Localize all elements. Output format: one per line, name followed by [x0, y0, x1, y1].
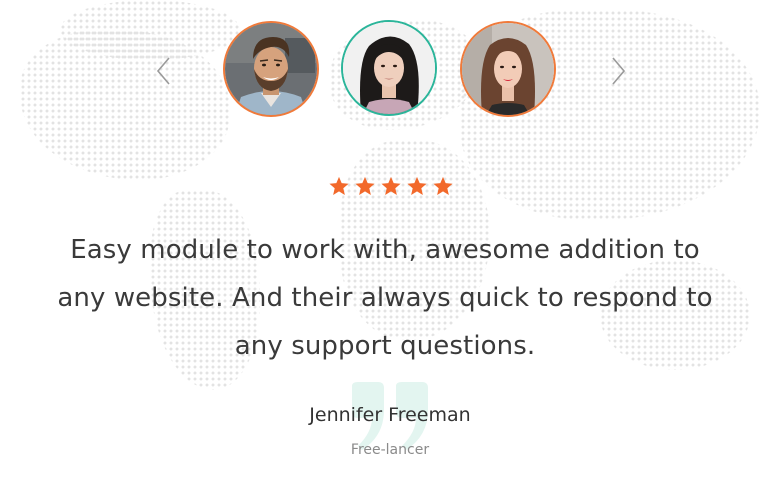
testimonial-section: Easy module to work with, awesome additi…: [0, 0, 770, 478]
avatar-man[interactable]: [223, 21, 319, 117]
quote-line: any website. And their always quick to r…: [57, 283, 713, 313]
avatar-woman[interactable]: [460, 21, 556, 117]
star-icon: [407, 176, 427, 195]
avatar-woman-portrait: [462, 23, 554, 115]
rating-stars: [328, 175, 454, 197]
avatar-man-portrait: [225, 23, 317, 115]
author-name: Jennifer Freeman: [309, 404, 471, 426]
star-icon: [433, 176, 453, 195]
quote-line: any support questions.: [234, 331, 536, 361]
star-icon: [381, 176, 401, 195]
star-icon: [355, 176, 375, 195]
avatar-woman-active[interactable]: [341, 20, 437, 116]
chevron-left-icon: [156, 57, 170, 85]
author-role: Free-lancer: [350, 442, 430, 458]
chevron-right-icon: [612, 57, 626, 85]
map-greenland: [60, 0, 240, 60]
prev-button[interactable]: [150, 56, 178, 86]
testimonial-quote: Easy module to work with, awesome additi…: [20, 226, 750, 370]
quote-line: Easy module to work with, awesome additi…: [70, 235, 700, 265]
star-icon: [329, 176, 349, 195]
avatar-woman-active-portrait: [343, 22, 435, 114]
next-button[interactable]: [604, 56, 632, 86]
